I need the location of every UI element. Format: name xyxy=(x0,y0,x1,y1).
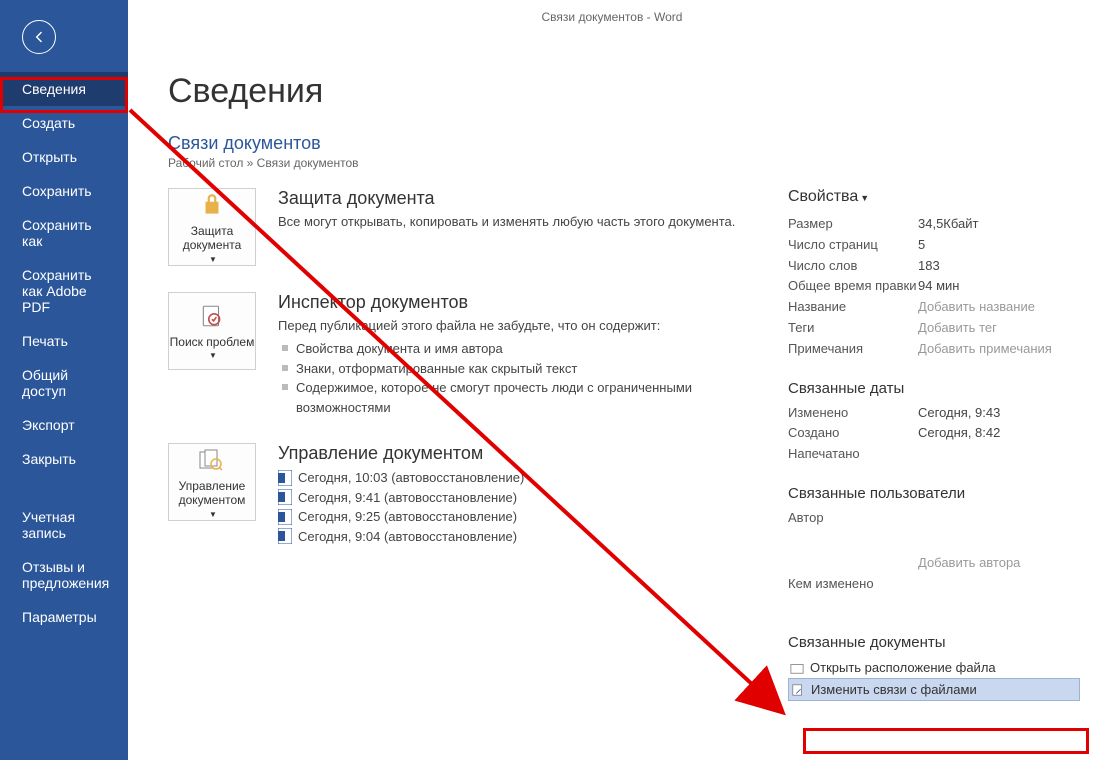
window-title: Связи документов - Word xyxy=(128,10,1096,24)
protect-document-button[interactable]: Защита документа ▼ xyxy=(168,188,256,266)
nav-item-account[interactable]: Учетная запись xyxy=(0,500,128,550)
arrow-left-icon xyxy=(31,29,47,45)
word-doc-icon xyxy=(278,489,292,505)
manage-document-label: Управление документом xyxy=(169,479,255,508)
manage-document-button[interactable]: Управление документом ▼ xyxy=(168,443,256,521)
nav-item-options[interactable]: Параметры xyxy=(0,600,128,634)
prop-row-title[interactable]: НазваниеДобавить название xyxy=(788,297,1080,318)
prop-row-author: Автор xyxy=(788,508,1080,529)
version-item[interactable]: Сегодня, 9:41 (автовосстановление) xyxy=(278,488,748,508)
nav-item-share[interactable]: Общий доступ xyxy=(0,358,128,408)
inspect-section-desc: Перед публикацией этого файла не забудьт… xyxy=(278,317,748,335)
nav-item-feedback[interactable]: Отзывы и предложения xyxy=(0,550,128,600)
version-label: Сегодня, 9:41 (автовосстановление) xyxy=(298,488,517,508)
protect-section-desc: Все могут открывать, копировать и изменя… xyxy=(278,213,748,231)
nav-item-save[interactable]: Сохранить xyxy=(0,174,128,208)
version-label: Сегодня, 9:04 (автовосстановление) xyxy=(298,527,517,547)
prop-row-words: Число слов183 xyxy=(788,256,1080,277)
version-item[interactable]: Сегодня, 9:04 (автовосстановление) xyxy=(278,527,748,547)
nav-item-saveas-pdf[interactable]: Сохранить как Adobe PDF xyxy=(0,258,128,324)
checklist-icon xyxy=(199,301,225,331)
prop-row-printed: Напечатано xyxy=(788,444,1080,465)
breadcrumb: Рабочий стол » Связи документов xyxy=(168,156,1080,170)
protect-document-label: Защита документа xyxy=(169,224,255,253)
properties-header[interactable]: Свойства▼ xyxy=(788,188,1080,206)
open-file-location-link[interactable]: Открыть расположение файла xyxy=(788,657,1080,678)
version-label: Сегодня, 10:03 (автовосстановление) xyxy=(298,468,524,488)
prop-row-size: Размер34,5Кбайт xyxy=(788,214,1080,235)
backstage-sidebar: Сведения Создать Открыть Сохранить Сохра… xyxy=(0,0,128,760)
edit-links-label: Изменить связи с файлами xyxy=(811,682,977,697)
folder-icon xyxy=(790,661,804,675)
prop-row-lastmod-by: Кем изменено xyxy=(788,574,1080,595)
prop-row-created: СозданоСегодня, 8:42 xyxy=(788,423,1080,444)
related-dates-header: Связанные даты xyxy=(788,380,1080,397)
nav-item-open[interactable]: Открыть xyxy=(0,140,128,174)
word-doc-icon xyxy=(278,528,292,544)
chevron-down-icon: ▼ xyxy=(209,510,217,520)
inspect-section-head: Инспектор документов xyxy=(278,292,748,313)
nav-item-info[interactable]: Сведения xyxy=(0,72,128,106)
version-item[interactable]: Сегодня, 9:25 (автовосстановление) xyxy=(278,507,748,527)
version-item[interactable]: Сегодня, 10:03 (автовосстановление) xyxy=(278,468,748,488)
edit-links-to-files-link[interactable]: Изменить связи с файлами xyxy=(788,678,1080,701)
manage-section-head: Управление документом xyxy=(278,443,748,464)
inspect-bullets: Свойства документа и имя автора Знаки, о… xyxy=(278,339,748,417)
prop-row-edittime: Общее время правки94 мин xyxy=(788,276,1080,297)
nav-item-new[interactable]: Создать xyxy=(0,106,128,140)
open-file-location-label: Открыть расположение файла xyxy=(810,660,996,675)
inspect-document-button[interactable]: Поиск проблем ▼ xyxy=(168,292,256,370)
inspect-document-label: Поиск проблем xyxy=(170,335,255,349)
main-content: Связи документов - Word Сведения Связи д… xyxy=(128,0,1096,760)
chevron-down-icon: ▼ xyxy=(209,351,217,361)
chevron-down-icon: ▼ xyxy=(209,255,217,265)
version-label: Сегодня, 9:25 (автовосстановление) xyxy=(298,507,517,527)
link-icon xyxy=(791,683,805,697)
related-people-header: Связанные пользователи xyxy=(788,485,1080,502)
nav-item-close[interactable]: Закрыть xyxy=(0,442,128,476)
prop-row-add-author[interactable]: Добавить автора xyxy=(788,553,1080,574)
chevron-down-icon: ▼ xyxy=(860,193,869,203)
page-title: Сведения xyxy=(168,72,1080,111)
prop-row-comments[interactable]: ПримечанияДобавить примечания xyxy=(788,339,1080,360)
prop-row-modified: ИзмененоСегодня, 9:43 xyxy=(788,403,1080,424)
word-doc-icon xyxy=(278,509,292,525)
word-doc-icon xyxy=(278,470,292,486)
prop-row-pages: Число страниц5 xyxy=(788,235,1080,256)
related-documents-header: Связанные документы xyxy=(788,634,1080,651)
inspect-bullet: Знаки, отформатированные как скрытый тек… xyxy=(278,359,748,379)
lock-icon xyxy=(199,190,225,220)
document-versions-icon xyxy=(198,445,226,475)
nav-item-export[interactable]: Экспорт xyxy=(0,408,128,442)
inspect-bullet: Свойства документа и имя автора xyxy=(278,339,748,359)
nav-item-saveas[interactable]: Сохранить как xyxy=(0,208,128,258)
nav-item-print[interactable]: Печать xyxy=(0,324,128,358)
document-name-link[interactable]: Связи документов xyxy=(168,133,1080,154)
prop-row-tags[interactable]: ТегиДобавить тег xyxy=(788,318,1080,339)
back-button[interactable] xyxy=(22,20,56,54)
protect-section-head: Защита документа xyxy=(278,188,748,209)
inspect-bullet: Содержимое, которое не смогут прочесть л… xyxy=(278,378,748,417)
